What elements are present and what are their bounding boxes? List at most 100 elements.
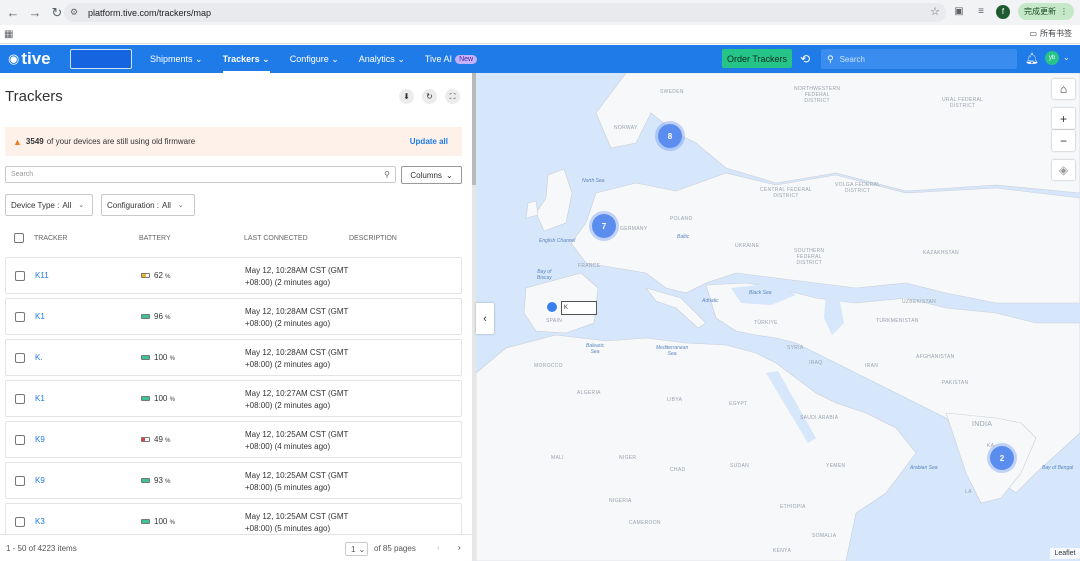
nav-label: Configure	[289, 54, 329, 64]
tracker-link[interactable]: K9	[35, 476, 45, 485]
sea-label: Adriatic	[702, 298, 719, 304]
map-label: URAL FEDERAL DISTRICT	[942, 97, 984, 109]
prev-page-icon[interactable]: ‹	[437, 543, 440, 552]
map-label: KAZAKHSTAN	[923, 250, 959, 256]
map-label: TÜRKIYE	[754, 320, 778, 326]
nav-tive-ai[interactable]: Tive AI New	[425, 45, 487, 73]
row-checkbox[interactable]	[15, 476, 25, 486]
layers-icon[interactable]: ◈	[1052, 160, 1075, 180]
nav-trackers[interactable]: Trackers ⌄	[222, 45, 280, 73]
tracker-search-input[interactable]: Search ⚲	[5, 166, 396, 183]
select-all-checkbox[interactable]	[14, 233, 24, 243]
refresh-icon[interactable]: ↻	[422, 89, 437, 104]
column-battery[interactable]: BATTERY	[139, 235, 171, 242]
global-search-input[interactable]: ⚲ Search	[821, 49, 1017, 69]
profile-avatar[interactable]: f	[996, 4, 1010, 19]
tracker-link[interactable]: K1	[35, 312, 45, 321]
nav-configure[interactable]: Configure ⌄	[290, 45, 349, 73]
home-icon[interactable]: ⌂	[1052, 79, 1075, 99]
page-selector[interactable]: 1 ⌄	[345, 542, 368, 556]
map-label: LA	[965, 489, 972, 495]
table-row[interactable]: K1 96 % May 12, 10:28AM CST (GMT +08:00) (2…	[5, 298, 462, 335]
table-row[interactable]: K11 62 % May 12, 10:28AM CST (GMT +08:00) (…	[5, 257, 462, 294]
tracker-link[interactable]: K11	[35, 271, 49, 280]
map-label: AFGHANISTAN	[916, 354, 955, 360]
map-label: NIGERIA	[609, 498, 632, 504]
zoom-out-button[interactable]: −	[1052, 130, 1075, 151]
organization-selector[interactable]	[70, 49, 132, 69]
column-tracker[interactable]: TRACKER	[34, 235, 67, 242]
tracker-link[interactable]: K1	[35, 394, 45, 403]
update-all-link[interactable]: Update all	[410, 137, 448, 146]
tracker-link[interactable]: K9	[35, 435, 45, 444]
tracker-cluster-marker[interactable]: 7	[592, 214, 616, 238]
page-title: Trackers	[5, 88, 63, 105]
row-checkbox[interactable]	[15, 517, 25, 527]
address-bar[interactable]: ⚙ platform.tive.com/trackers/map ☆	[64, 3, 946, 22]
column-description[interactable]: DESCRIPTION	[349, 235, 397, 242]
tracker-cluster-marker[interactable]: 8	[658, 124, 682, 148]
battery-percent: 100	[154, 517, 168, 526]
map-attribution[interactable]: Leaflet	[1050, 548, 1080, 559]
battery-icon	[141, 314, 150, 319]
forward-icon[interactable]: →	[26, 4, 44, 22]
tracker-link[interactable]: K3	[35, 517, 45, 526]
battery-cell: 100 %	[141, 517, 175, 526]
next-page-icon[interactable]: ›	[458, 543, 461, 552]
row-checkbox[interactable]	[15, 312, 25, 322]
tracker-marker-label: K	[561, 301, 597, 315]
battery-fill	[142, 438, 146, 441]
device-type-filter[interactable]: Device Type : All ⌄	[5, 194, 93, 216]
reading-list-icon[interactable]: ≡	[974, 5, 988, 19]
battery-cell: 100 %	[141, 353, 175, 362]
filter-value: All	[162, 200, 171, 210]
row-checkbox[interactable]	[15, 353, 25, 363]
bookmark-star-icon[interactable]: ☆	[930, 5, 940, 18]
zoom-in-button[interactable]: +	[1052, 108, 1075, 129]
apps-grid-icon[interactable]: ▦	[4, 29, 13, 40]
site-settings-icon[interactable]: ⚙	[70, 7, 82, 18]
cast-icon[interactable]: ▣	[952, 5, 966, 19]
chevron-down-icon[interactable]: ⌄	[1063, 53, 1070, 62]
map-label: MOROCCO	[534, 363, 563, 369]
all-bookmarks-button[interactable]: ▭ 所有书签	[1029, 28, 1072, 39]
bell-icon[interactable]: 🔔︎	[1025, 52, 1039, 65]
table-row[interactable]: K. 100 % May 12, 10:28AM CST (GMT +08:00) (…	[5, 339, 462, 376]
search-placeholder: Search	[11, 171, 34, 178]
row-checkbox[interactable]	[15, 435, 25, 445]
column-last-connected[interactable]: LAST CONNECTED	[244, 235, 308, 242]
download-icon[interactable]: ⬇	[399, 89, 414, 104]
table-row[interactable]: K9 49 % May 12, 10:25AM CST (GMT +08:00) (4…	[5, 421, 462, 458]
tracker-link[interactable]: K.	[35, 353, 43, 362]
item-count: 1 - 50 of 4223 items	[6, 544, 77, 553]
tracker-cluster-marker[interactable]: 2	[990, 446, 1014, 470]
user-avatar[interactable]: yb	[1045, 51, 1059, 65]
map-label: POLAND	[670, 216, 693, 222]
battery-cell: 100 %	[141, 394, 175, 403]
columns-button[interactable]: Columns ⌄	[401, 166, 462, 184]
battery-percent: 96	[154, 312, 163, 321]
row-checkbox[interactable]	[15, 271, 25, 281]
table-row[interactable]: K1 100 % May 12, 10:27AM CST (GMT +08:00) (…	[5, 380, 462, 417]
collapse-panel-button[interactable]: ‹	[476, 303, 494, 334]
sea-label: Bay of Biscay	[537, 269, 552, 281]
map-land	[476, 73, 1080, 561]
browser-update-button[interactable]: 完成更新 ⋮	[1018, 3, 1074, 20]
expand-icon[interactable]: ⛶	[445, 89, 460, 104]
nav-shipments[interactable]: Shipments ⌄	[150, 45, 213, 73]
row-checkbox[interactable]	[15, 394, 25, 404]
main-nav: Shipments ⌄ Trackers ⌄ Configure ⌄ Analy…	[150, 45, 497, 73]
tive-logo[interactable]: ◉ tive	[8, 49, 51, 69]
history-icon[interactable]: ⟲	[800, 52, 810, 66]
table-row[interactable]: K9 93 % May 12, 10:25AM CST (GMT +08:00) (5…	[5, 462, 462, 499]
back-icon[interactable]: ←	[4, 4, 22, 22]
configuration-filter[interactable]: Configuration : All ⌄	[101, 194, 195, 216]
order-trackers-button[interactable]: Order Trackers	[722, 49, 792, 68]
map-view[interactable]: SWEDEN NORWAY NORTHWESTERN FEDERAL DISTR…	[476, 73, 1080, 561]
last-connected-line: +08:00) (2 minutes ago)	[245, 319, 331, 328]
last-connected: May 12, 10:25AM CST (GMT +08:00) (5 minut…	[245, 470, 355, 494]
tracker-marker[interactable]	[546, 301, 558, 313]
nav-analytics[interactable]: Analytics ⌄	[359, 45, 415, 73]
map-label: NORTHWESTERN FEDERAL DISTRICT	[794, 86, 841, 104]
last-connected: May 12, 10:28AM CST (GMT +08:00) (2 minut…	[245, 265, 355, 289]
